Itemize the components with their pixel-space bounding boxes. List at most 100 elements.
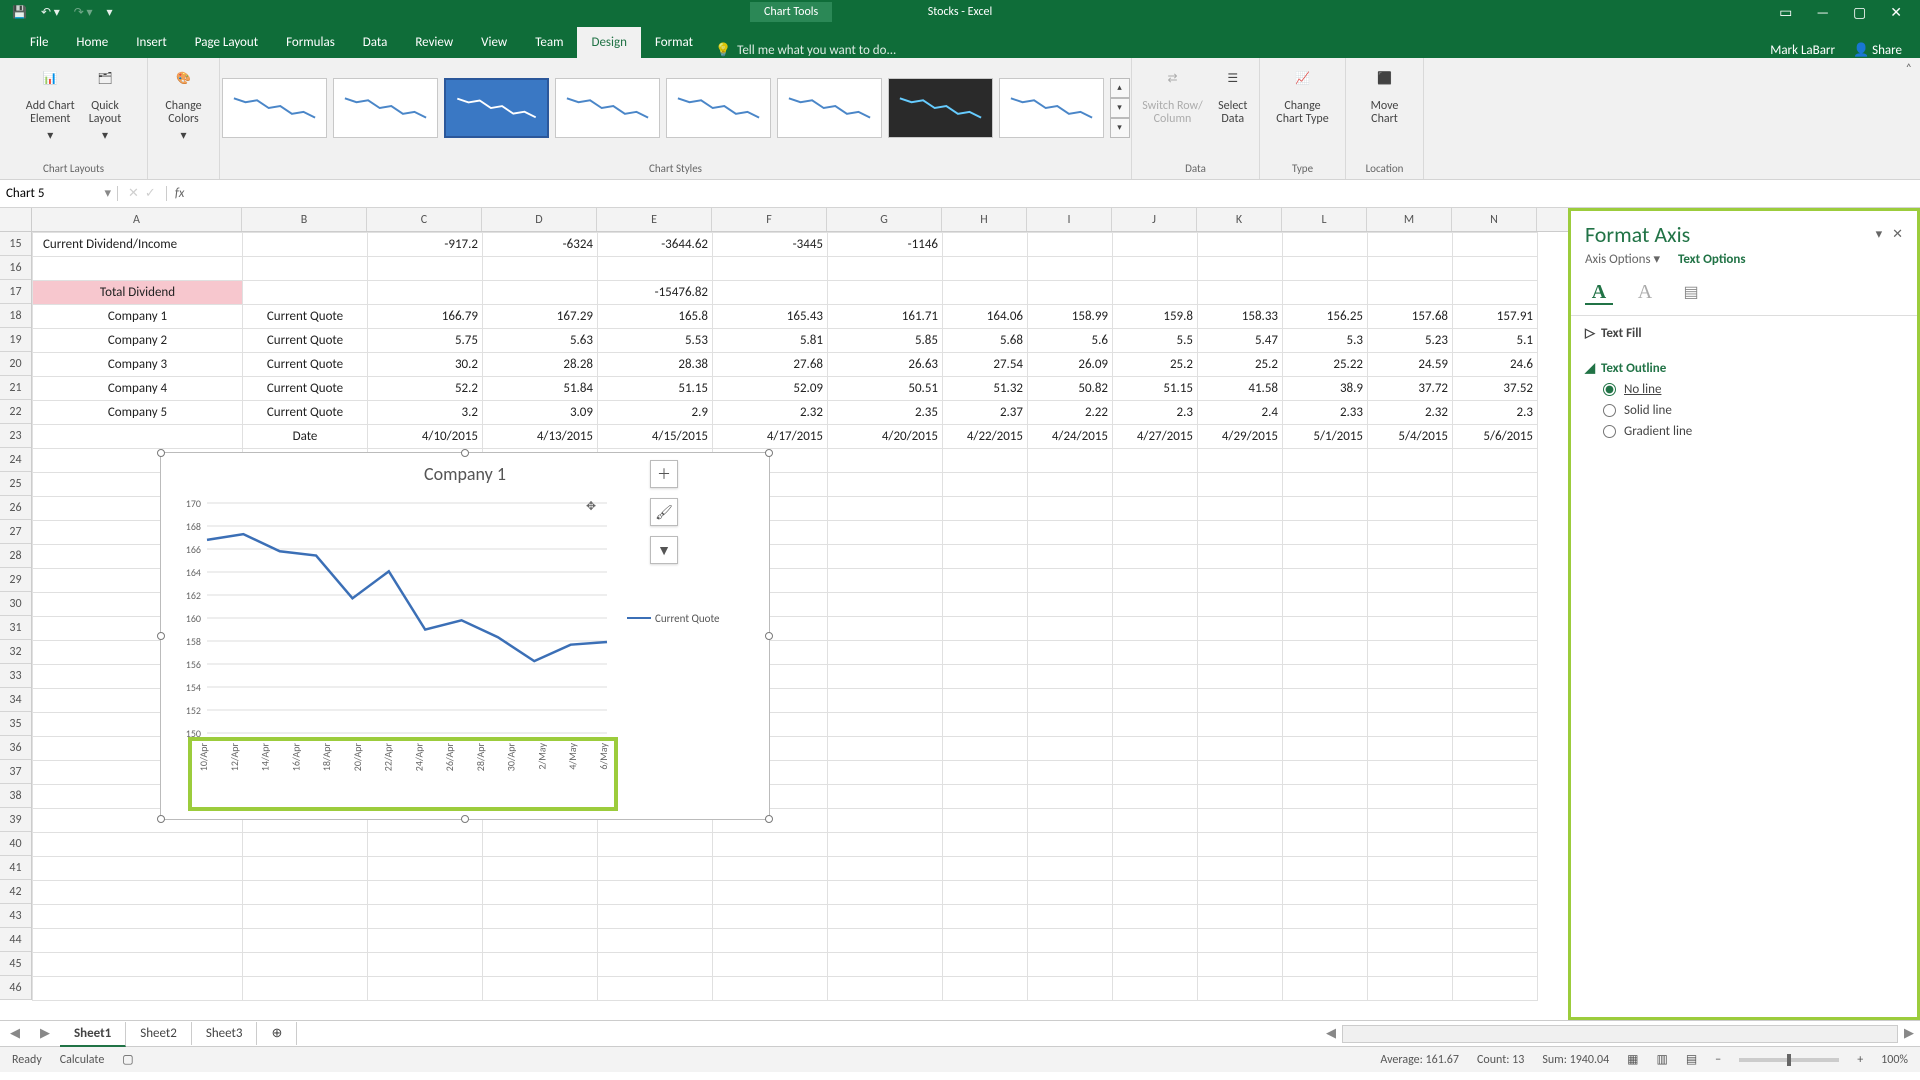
cell-M25[interactable] bbox=[1368, 473, 1453, 497]
chart-style-7[interactable] bbox=[888, 78, 993, 138]
cell-K32[interactable] bbox=[1198, 641, 1283, 665]
cell-G35[interactable] bbox=[828, 713, 943, 737]
cell-A40[interactable] bbox=[33, 833, 243, 857]
sheet-tab-sheet3[interactable]: Sheet3 bbox=[192, 1022, 258, 1045]
undo-icon[interactable]: ↶ ▾ bbox=[41, 5, 60, 20]
new-sheet-button[interactable]: ⊕ bbox=[257, 1022, 297, 1045]
cell-G42[interactable] bbox=[828, 881, 943, 905]
cell-I28[interactable] bbox=[1028, 545, 1113, 569]
cell-I32[interactable] bbox=[1028, 641, 1113, 665]
cell-H25[interactable] bbox=[943, 473, 1028, 497]
cell-K44[interactable] bbox=[1198, 929, 1283, 953]
cell-G37[interactable] bbox=[828, 761, 943, 785]
cell-H46[interactable] bbox=[943, 977, 1028, 1001]
cell-K41[interactable] bbox=[1198, 857, 1283, 881]
col-header-E[interactable]: E bbox=[597, 208, 712, 231]
row-header-17[interactable]: 17 bbox=[0, 280, 31, 304]
cell-A15[interactable]: Current Dividend/Income bbox=[33, 233, 243, 257]
cell-N39[interactable] bbox=[1453, 809, 1538, 833]
cell-N37[interactable] bbox=[1453, 761, 1538, 785]
cell-H45[interactable] bbox=[943, 953, 1028, 977]
row-header-20[interactable]: 20 bbox=[0, 352, 31, 376]
cell-B40[interactable] bbox=[243, 833, 368, 857]
text-fill-section[interactable]: ▷ Text Fill bbox=[1585, 326, 1903, 341]
cell-K45[interactable] bbox=[1198, 953, 1283, 977]
cell-K23[interactable]: 4/29/2015 bbox=[1198, 425, 1283, 449]
cell-L41[interactable] bbox=[1283, 857, 1368, 881]
cell-M42[interactable] bbox=[1368, 881, 1453, 905]
cell-M24[interactable] bbox=[1368, 449, 1453, 473]
text-fill-outline-icon[interactable]: A bbox=[1585, 281, 1613, 305]
cell-L46[interactable] bbox=[1283, 977, 1368, 1001]
no-line-radio[interactable]: No line bbox=[1585, 376, 1903, 397]
cell-K29[interactable] bbox=[1198, 569, 1283, 593]
cell-C18[interactable]: 166.79 bbox=[368, 305, 483, 329]
zoom-level[interactable]: 100% bbox=[1881, 1053, 1908, 1067]
cell-F20[interactable]: 27.68 bbox=[713, 353, 828, 377]
cell-H23[interactable]: 4/22/2015 bbox=[943, 425, 1028, 449]
cell-I43[interactable] bbox=[1028, 905, 1113, 929]
cell-E46[interactable] bbox=[598, 977, 713, 1001]
cell-J39[interactable] bbox=[1113, 809, 1198, 833]
cell-N18[interactable]: 157.91 bbox=[1453, 305, 1538, 329]
row-header-28[interactable]: 28 bbox=[0, 544, 31, 568]
cell-M27[interactable] bbox=[1368, 521, 1453, 545]
cell-I37[interactable] bbox=[1028, 761, 1113, 785]
cell-L16[interactable] bbox=[1283, 257, 1368, 281]
quick-layout-button[interactable]: 🗂Quick Layout▾ bbox=[85, 62, 126, 146]
cell-G15[interactable]: -1146 bbox=[828, 233, 943, 257]
cell-M37[interactable] bbox=[1368, 761, 1453, 785]
tab-review[interactable]: Review bbox=[401, 27, 467, 58]
cell-A41[interactable] bbox=[33, 857, 243, 881]
cell-N33[interactable] bbox=[1453, 665, 1538, 689]
cell-K42[interactable] bbox=[1198, 881, 1283, 905]
cell-M46[interactable] bbox=[1368, 977, 1453, 1001]
cell-B44[interactable] bbox=[243, 929, 368, 953]
cell-K21[interactable]: 41.58 bbox=[1198, 377, 1283, 401]
col-header-D[interactable]: D bbox=[482, 208, 597, 231]
cell-J43[interactable] bbox=[1113, 905, 1198, 929]
cell-N38[interactable] bbox=[1453, 785, 1538, 809]
chart-style-8[interactable] bbox=[999, 78, 1104, 138]
cell-J18[interactable]: 159.8 bbox=[1113, 305, 1198, 329]
cell-K35[interactable] bbox=[1198, 713, 1283, 737]
cell-N26[interactable] bbox=[1453, 497, 1538, 521]
cell-K19[interactable]: 5.47 bbox=[1198, 329, 1283, 353]
cell-M21[interactable]: 37.72 bbox=[1368, 377, 1453, 401]
textbox-icon[interactable]: ▤ bbox=[1677, 281, 1705, 305]
cell-H35[interactable] bbox=[943, 713, 1028, 737]
cell-F19[interactable]: 5.81 bbox=[713, 329, 828, 353]
cell-M41[interactable] bbox=[1368, 857, 1453, 881]
cell-L29[interactable] bbox=[1283, 569, 1368, 593]
cell-G27[interactable] bbox=[828, 521, 943, 545]
cell-H41[interactable] bbox=[943, 857, 1028, 881]
chart-style-2[interactable] bbox=[333, 78, 438, 138]
solid-line-radio[interactable]: Solid line bbox=[1585, 397, 1903, 418]
cell-N21[interactable]: 37.52 bbox=[1453, 377, 1538, 401]
cell-L45[interactable] bbox=[1283, 953, 1368, 977]
cell-C15[interactable]: -917.2 bbox=[368, 233, 483, 257]
add-chart-element-button[interactable]: 📊Add Chart Element▾ bbox=[22, 62, 79, 146]
cell-L28[interactable] bbox=[1283, 545, 1368, 569]
cell-F17[interactable] bbox=[713, 281, 828, 305]
row-header-18[interactable]: 18 bbox=[0, 304, 31, 328]
cell-F41[interactable] bbox=[713, 857, 828, 881]
row-header-39[interactable]: 39 bbox=[0, 808, 31, 832]
col-header-K[interactable]: K bbox=[1197, 208, 1282, 231]
col-header-I[interactable]: I bbox=[1027, 208, 1112, 231]
cell-G45[interactable] bbox=[828, 953, 943, 977]
cell-D16[interactable] bbox=[483, 257, 598, 281]
qat-more-icon[interactable]: ▾ bbox=[107, 5, 113, 20]
cell-G30[interactable] bbox=[828, 593, 943, 617]
cell-F44[interactable] bbox=[713, 929, 828, 953]
cell-N30[interactable] bbox=[1453, 593, 1538, 617]
cell-N22[interactable]: 2.3 bbox=[1453, 401, 1538, 425]
cell-E15[interactable]: -3644.62 bbox=[598, 233, 713, 257]
cell-D22[interactable]: 3.09 bbox=[483, 401, 598, 425]
cell-J42[interactable] bbox=[1113, 881, 1198, 905]
cell-M20[interactable]: 24.59 bbox=[1368, 353, 1453, 377]
cell-C23[interactable]: 4/10/2015 bbox=[368, 425, 483, 449]
zoom-out-icon[interactable]: − bbox=[1715, 1053, 1721, 1067]
cell-A45[interactable] bbox=[33, 953, 243, 977]
account-name[interactable]: Mark LaBarr bbox=[1770, 43, 1835, 58]
